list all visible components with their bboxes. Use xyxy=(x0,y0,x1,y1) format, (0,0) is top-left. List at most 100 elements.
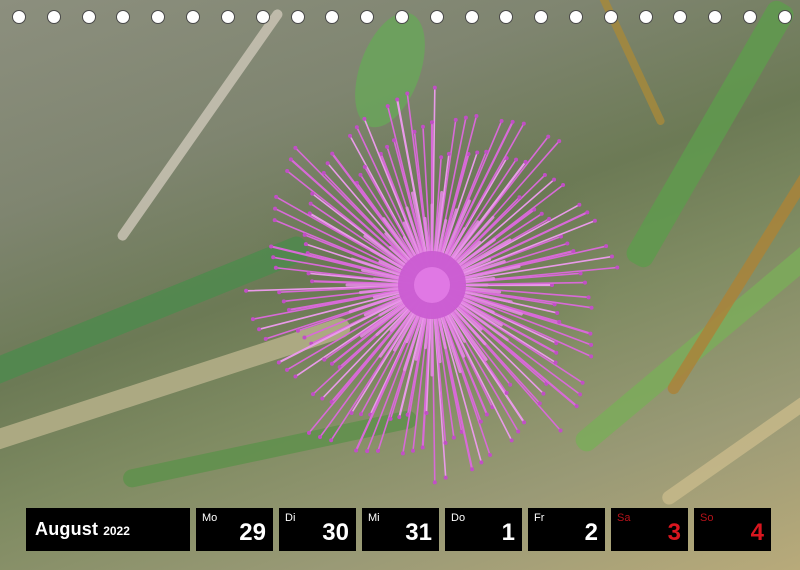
petal-tip xyxy=(424,410,429,415)
petal-tip xyxy=(430,120,434,125)
binding-hole xyxy=(603,10,618,24)
binding-hole xyxy=(46,10,61,24)
petal-tip xyxy=(250,317,255,322)
petal-tip xyxy=(295,328,300,333)
binding-hole xyxy=(255,10,270,24)
binding-hole xyxy=(638,10,653,24)
calendar-page: August 2022 Mo 29 Di 30 Mi 31 Do 1 Fr 2 Sa 3 So 4 xyxy=(0,0,800,570)
petal-tip xyxy=(272,218,277,223)
petal-tip xyxy=(589,354,594,359)
binding-hole xyxy=(743,10,758,24)
petal-tip xyxy=(330,151,335,156)
day-cells: Mo 29 Di 30 Mi 31 Do 1 Fr 2 Sa 3 So 4 xyxy=(196,508,771,551)
day-number: 2 xyxy=(584,519,598,546)
petal-tip xyxy=(354,125,359,130)
thistle-flower xyxy=(244,85,620,485)
petal-tip xyxy=(432,85,437,90)
petal-tip xyxy=(311,392,316,397)
petal-tip xyxy=(349,410,354,415)
petal-tip xyxy=(557,319,562,324)
month-year: 2022 xyxy=(103,524,130,538)
petal-tip xyxy=(609,254,614,259)
month-label: August 2022 xyxy=(26,508,190,551)
petal-tip xyxy=(478,419,483,424)
petal-tip xyxy=(354,448,359,453)
binding-hole xyxy=(464,10,479,24)
petal-tip xyxy=(348,133,353,138)
petal-tip xyxy=(577,392,582,397)
day-number: 30 xyxy=(322,519,349,546)
petal-tip xyxy=(273,265,278,270)
day-name: Mo xyxy=(202,512,218,524)
petal-tip xyxy=(329,361,334,366)
day-number: 29 xyxy=(239,519,266,546)
petal-tip xyxy=(588,331,593,336)
petal-tip xyxy=(269,244,274,249)
petal-tip xyxy=(504,390,509,395)
day-cell: So 4 xyxy=(694,508,771,551)
petal-tip xyxy=(565,241,570,246)
binding-hole xyxy=(360,10,375,24)
petal-tip xyxy=(306,430,311,435)
petal-tip xyxy=(470,467,475,472)
petal-tip xyxy=(592,218,597,223)
binding-hole xyxy=(569,10,583,24)
petal-tip xyxy=(463,115,468,120)
binding-hole xyxy=(777,10,792,24)
petal-tip xyxy=(288,157,293,162)
binding-hole xyxy=(394,10,409,24)
petal-tip xyxy=(391,138,396,143)
petal-tip xyxy=(395,97,400,102)
petal-tip xyxy=(577,202,582,207)
day-name: Sa xyxy=(617,512,631,524)
petal-tip xyxy=(385,104,390,109)
petal-tip xyxy=(517,195,522,200)
petal-tip xyxy=(310,279,315,284)
binding-hole xyxy=(220,10,235,24)
petal-tip xyxy=(586,295,591,300)
petal-tip xyxy=(277,290,282,295)
petal-tip xyxy=(479,460,484,465)
petal-tip xyxy=(516,429,521,434)
petal-tip xyxy=(365,449,370,454)
calendar-week-strip: August 2022 Mo 29 Di 30 Mi 31 Do 1 Fr 2 Sa 3 So 4 xyxy=(26,508,774,551)
binding-hole xyxy=(290,10,305,24)
petal-tip xyxy=(499,118,504,123)
petal-tip xyxy=(589,305,594,310)
petal-tip xyxy=(439,155,444,160)
petal-tip xyxy=(358,412,363,417)
day-cell: Mi 31 xyxy=(362,508,439,551)
petal-tip xyxy=(521,121,526,126)
petal-tip xyxy=(487,453,492,458)
petal-tip xyxy=(325,161,330,166)
petal-tip xyxy=(558,428,563,433)
petal-tip xyxy=(397,415,402,420)
petal-tip xyxy=(578,271,583,276)
petal-tip xyxy=(303,242,308,247)
petal-tip xyxy=(580,380,585,385)
petal-tip xyxy=(322,357,327,362)
petal-tip xyxy=(557,139,562,144)
petal-tip xyxy=(302,232,307,237)
binding-hole xyxy=(708,10,723,24)
day-number: 1 xyxy=(501,519,515,546)
petal-tip xyxy=(400,451,405,456)
petal-tip xyxy=(537,401,542,406)
petal-tip xyxy=(508,382,513,387)
binding-hole xyxy=(673,10,688,24)
day-name: Do xyxy=(451,512,466,524)
petal-tip xyxy=(514,157,519,162)
petal-tip xyxy=(542,173,547,178)
day-cell: Do 1 xyxy=(445,508,522,551)
petal-tip xyxy=(561,183,566,188)
petal-tip xyxy=(358,172,363,177)
petal-tip xyxy=(546,134,551,139)
petal-tip xyxy=(257,327,262,332)
petal-tip xyxy=(541,391,546,396)
petal-tip xyxy=(293,145,298,150)
petal-tip xyxy=(306,271,311,276)
petal-tip xyxy=(385,144,390,149)
petal-tip xyxy=(281,299,286,304)
petal-tip xyxy=(302,335,307,340)
petal-tip xyxy=(446,151,451,156)
